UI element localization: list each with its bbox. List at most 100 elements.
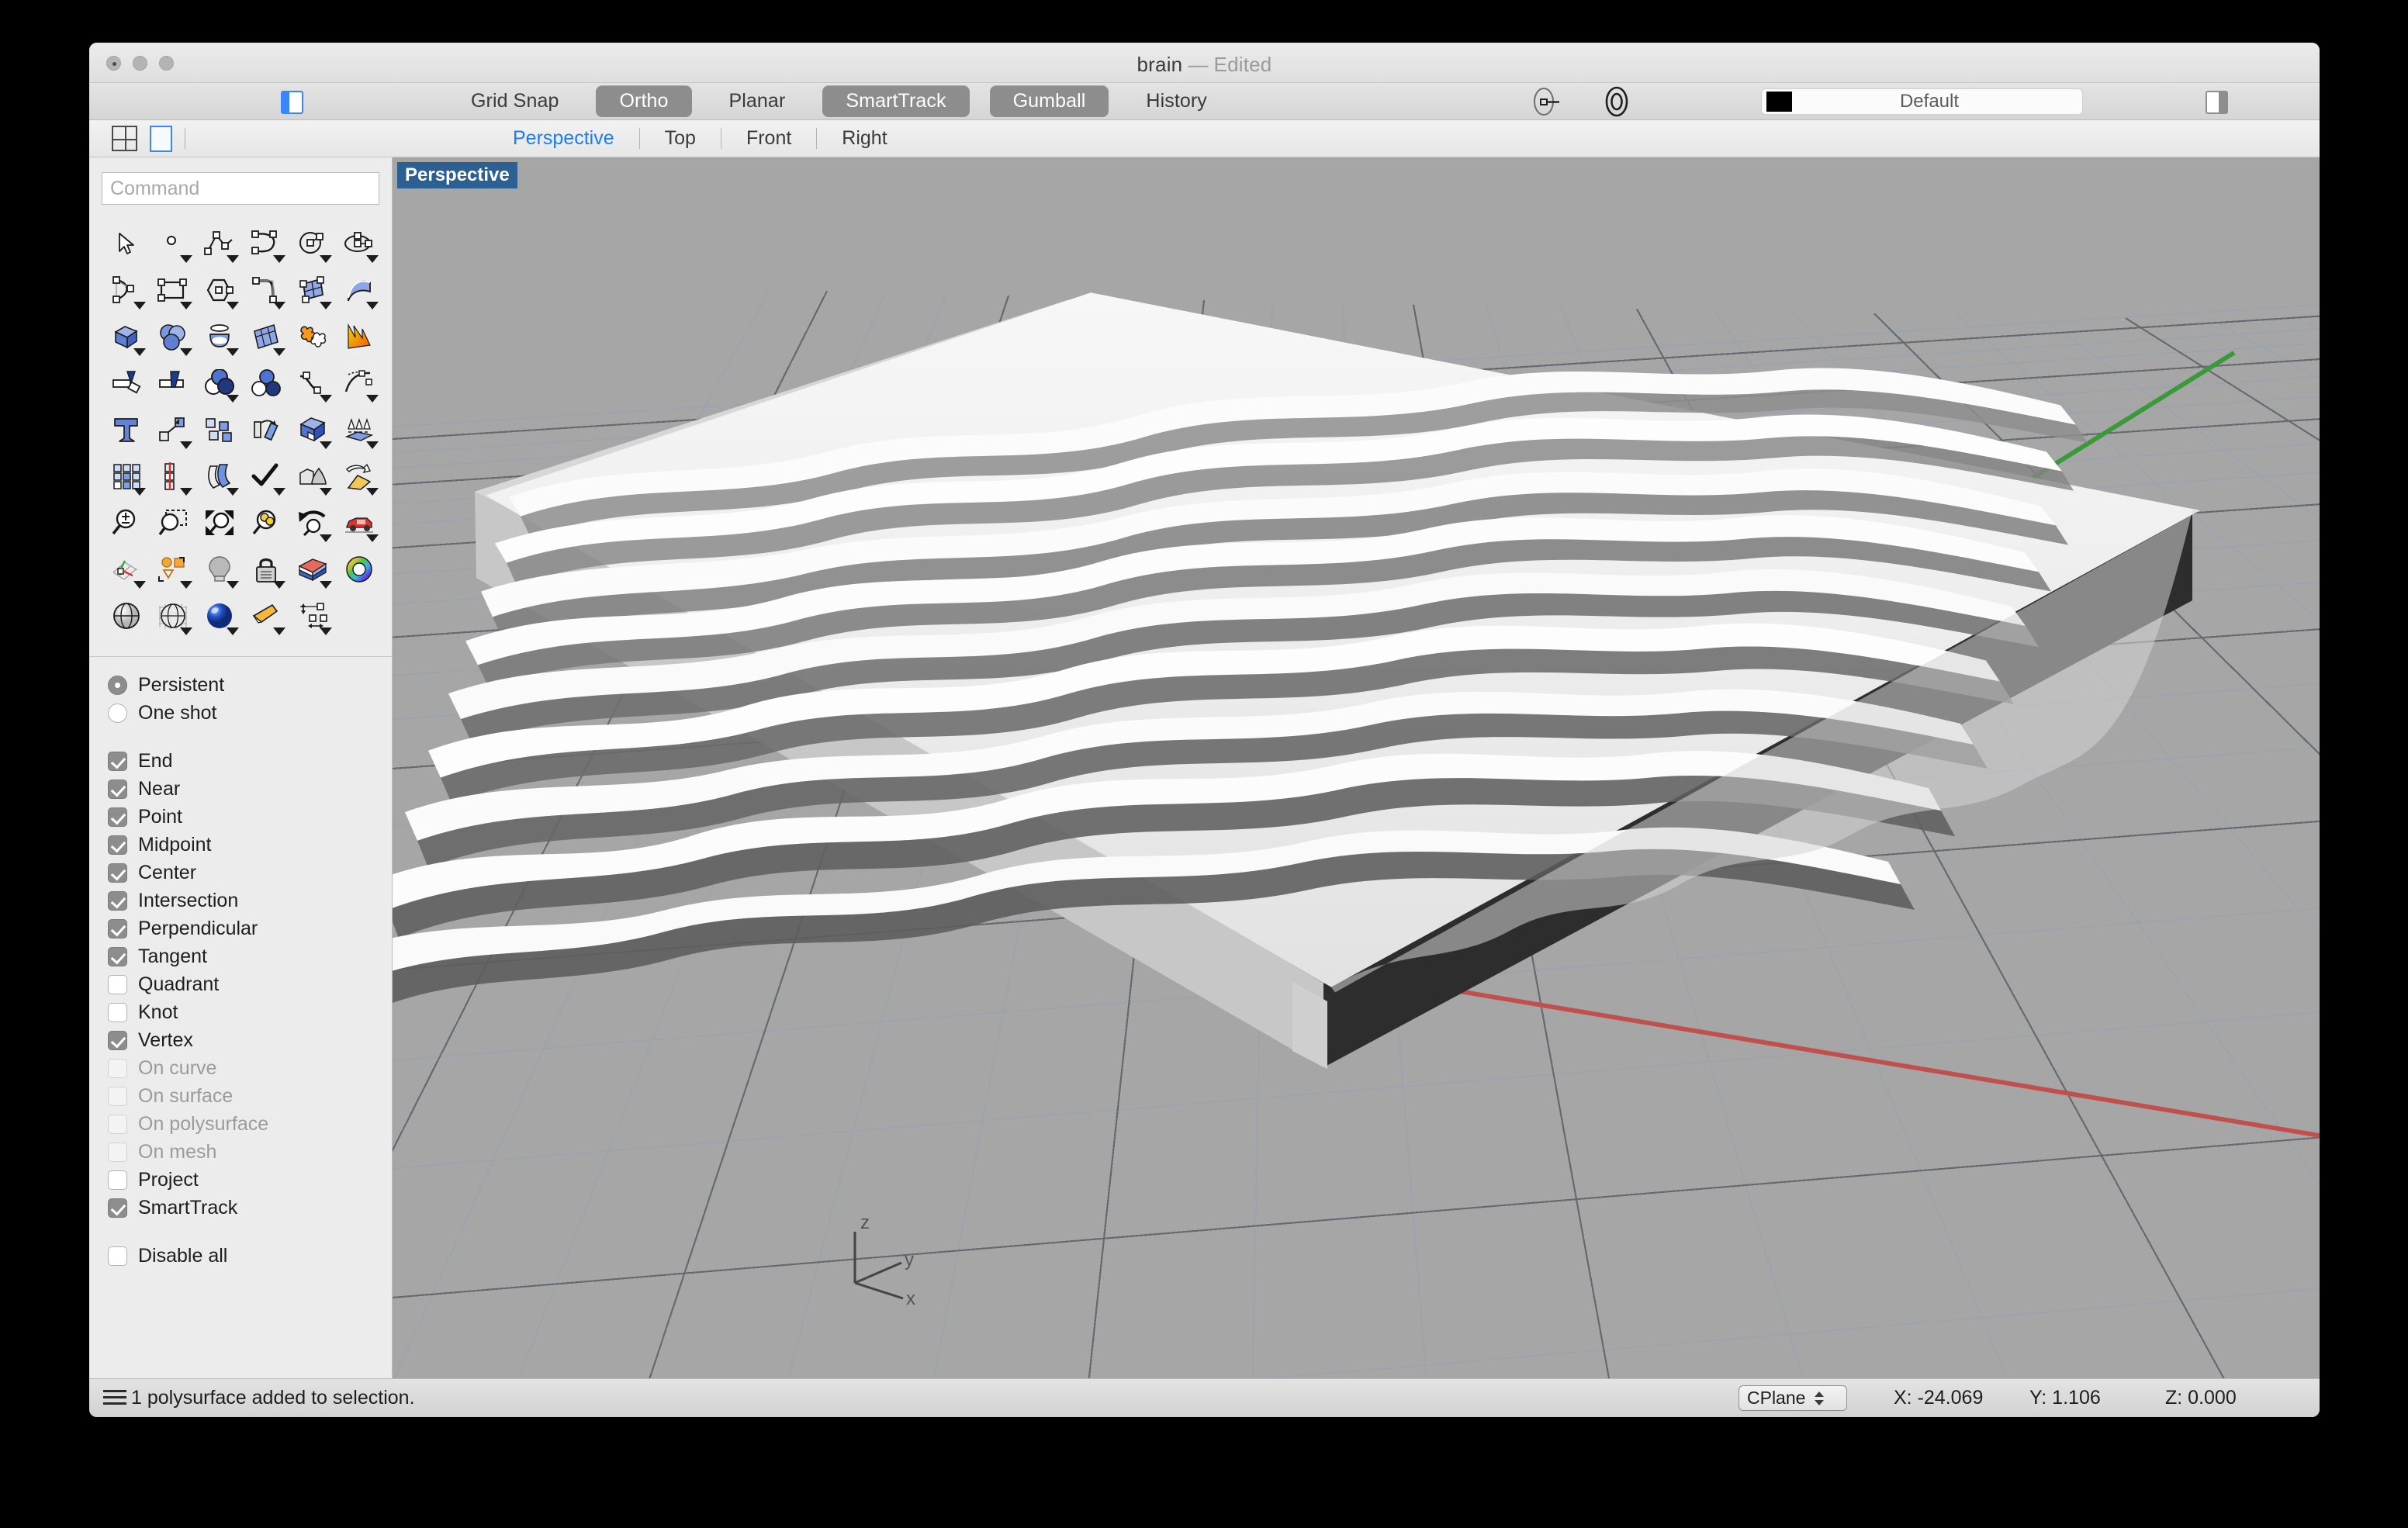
layer-selector[interactable]: Default: [1761, 88, 2083, 115]
osnap-mode-persistent[interactable]: Persistent: [108, 671, 392, 699]
extrude-solid-icon[interactable]: [289, 406, 336, 453]
checkbox-icon[interactable]: [108, 1030, 127, 1050]
revolve-icon[interactable]: [196, 313, 243, 360]
history-button[interactable]: History: [1129, 85, 1223, 117]
mirror-icon[interactable]: [150, 453, 196, 500]
command-input[interactable]: [102, 172, 379, 205]
osnap-tangent[interactable]: Tangent: [108, 942, 392, 970]
cage-edit-icon[interactable]: [336, 453, 382, 500]
gumball-button[interactable]: Gumball: [989, 85, 1109, 117]
split-icon[interactable]: [150, 360, 196, 406]
solid-tools-icon[interactable]: [289, 453, 336, 500]
light-icon[interactable]: [196, 546, 243, 593]
checkbox-icon[interactable]: [108, 946, 127, 966]
perspective-viewport[interactable]: Perspective z y x: [393, 157, 2320, 1378]
arc-icon[interactable]: [103, 267, 150, 313]
tab-top[interactable]: Top: [640, 127, 721, 150]
check-icon[interactable]: [243, 453, 289, 500]
explode-icon[interactable]: [336, 313, 382, 360]
fillet-curve-icon[interactable]: [243, 267, 289, 313]
sweep-icon[interactable]: [196, 453, 243, 500]
checkbox-icon[interactable]: [108, 918, 127, 939]
zoom-icon[interactable]: [103, 500, 150, 546]
ghosted-view-icon[interactable]: [150, 593, 196, 639]
four-pane-layout-icon[interactable]: [112, 126, 137, 151]
checkbox-icon[interactable]: [108, 863, 127, 883]
cplane-icon[interactable]: [103, 546, 150, 593]
rectangle-icon[interactable]: [150, 267, 196, 313]
osnap-perpendicular[interactable]: Perpendicular: [108, 914, 392, 942]
osnap-center[interactable]: Center: [108, 859, 392, 887]
tab-right[interactable]: Right: [817, 127, 912, 150]
extrude-surface-icon[interactable]: [336, 406, 382, 453]
tab-perspective[interactable]: Perspective: [488, 127, 639, 150]
osnap-disable-all[interactable]: Disable all: [108, 1242, 392, 1270]
record-history-icon[interactable]: [1532, 85, 1562, 119]
smarttrack-button[interactable]: SmartTrack: [822, 85, 970, 117]
curve-icon[interactable]: [243, 220, 289, 267]
tab-front[interactable]: Front: [721, 127, 816, 150]
array-icon[interactable]: [103, 453, 150, 500]
checkbox-icon[interactable]: [108, 807, 127, 827]
zoom-window-icon[interactable]: [150, 500, 196, 546]
osnap-point[interactable]: Point: [108, 803, 392, 831]
color-wheel-icon[interactable]: [336, 546, 382, 593]
osnap-midpoint[interactable]: Midpoint: [108, 831, 392, 859]
move-icon[interactable]: [150, 406, 196, 453]
osnap-smarttrack[interactable]: SmartTrack: [108, 1194, 392, 1222]
surface-patch-icon[interactable]: [289, 267, 336, 313]
ellipse-icon[interactable]: [336, 220, 382, 267]
polyline-icon[interactable]: [196, 220, 243, 267]
chevron-updown-icon[interactable]: [1815, 1391, 1825, 1405]
checkbox-icon[interactable]: [108, 779, 127, 799]
blend-curve-icon[interactable]: [289, 360, 336, 406]
pan-drive-icon[interactable]: [336, 500, 382, 546]
surface-grid-icon[interactable]: [243, 313, 289, 360]
checkbox-icon[interactable]: [108, 890, 127, 911]
left-sidebar-toggle-icon[interactable]: [281, 91, 303, 114]
hamburger-menu-icon[interactable]: [103, 1389, 126, 1407]
osnap-quadrant[interactable]: Quadrant: [108, 970, 392, 998]
checkbox-icon[interactable]: [108, 1002, 127, 1022]
single-pane-layout-icon[interactable]: [150, 125, 172, 152]
boolean-union-icon[interactable]: [289, 313, 336, 360]
grid-snap-button[interactable]: Grid Snap: [454, 85, 576, 117]
osnap-intersection[interactable]: Intersection: [108, 887, 392, 914]
zoom-selected-icon[interactable]: [243, 500, 289, 546]
right-sidebar-toggle-icon[interactable]: [2206, 91, 2228, 114]
offset-curve-icon[interactable]: [336, 360, 382, 406]
text-icon[interactable]: [103, 406, 150, 453]
planar-button[interactable]: Planar: [712, 85, 803, 117]
select-objects-icon[interactable]: [150, 546, 196, 593]
layers-icon[interactable]: [289, 546, 336, 593]
osnap-knot[interactable]: Knot: [108, 998, 392, 1026]
ortho-button[interactable]: Ortho: [596, 85, 692, 117]
boolean-difference-icon[interactable]: [196, 360, 243, 406]
checkbox-icon[interactable]: [108, 974, 127, 994]
zoom-previous-icon[interactable]: [289, 500, 336, 546]
osnap-target-icon[interactable]: [1602, 85, 1631, 119]
lock-icon[interactable]: [243, 546, 289, 593]
rendered-view-icon[interactable]: [196, 593, 243, 639]
loft-surface-icon[interactable]: [336, 267, 382, 313]
osnap-near[interactable]: Near: [108, 775, 392, 803]
osnap-end[interactable]: End: [108, 747, 392, 775]
dimension-icon[interactable]: [289, 593, 336, 639]
viewport-label[interactable]: Perspective: [397, 162, 517, 188]
zoom-extents-icon[interactable]: [196, 500, 243, 546]
checkbox-icon[interactable]: [108, 751, 127, 771]
osnap-vertex[interactable]: Vertex: [108, 1026, 392, 1054]
rotate-icon[interactable]: [243, 406, 289, 453]
circle-icon[interactable]: [289, 220, 336, 267]
box-icon[interactable]: [103, 313, 150, 360]
shaded-view-icon[interactable]: [103, 593, 150, 639]
camera-icon[interactable]: [243, 593, 289, 639]
cplane-dropdown[interactable]: CPlane: [1739, 1385, 1847, 1411]
checkbox-icon[interactable]: [108, 1246, 127, 1266]
osnap-project[interactable]: Project: [108, 1166, 392, 1194]
checkbox-icon[interactable]: [108, 1170, 127, 1190]
boolean-intersection-icon[interactable]: [243, 360, 289, 406]
select-arrow-icon[interactable]: [103, 220, 150, 267]
checkbox-icon[interactable]: [108, 1198, 127, 1218]
radio-icon[interactable]: [108, 675, 127, 695]
